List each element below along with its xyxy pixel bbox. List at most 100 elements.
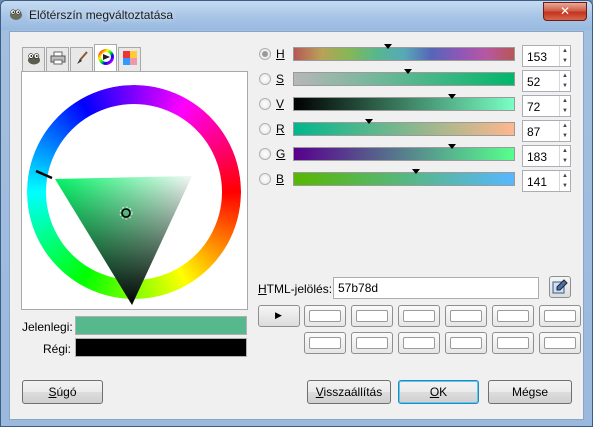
label-r: R (276, 122, 285, 136)
history-swatch[interactable] (445, 332, 487, 354)
history-swatch-color (497, 337, 529, 349)
current-color-swatch (75, 316, 247, 335)
spin-value-h: 153 (527, 50, 548, 64)
slider-s[interactable] (293, 69, 515, 86)
history-swatch[interactable] (398, 332, 440, 354)
arrow-up-icon[interactable]: ▲ (560, 71, 570, 81)
add-to-history-button[interactable]: ▶ (258, 305, 300, 327)
slider-r[interactable] (293, 119, 515, 136)
html-notation-input[interactable]: 57b78d (333, 277, 539, 299)
history-swatch-color (309, 310, 341, 322)
history-swatch[interactable] (351, 332, 393, 354)
radio-r[interactable] (259, 123, 271, 135)
close-icon: ✕ (559, 4, 571, 18)
history-swatch[interactable] (304, 332, 346, 354)
slider-handle-s[interactable] (404, 69, 413, 74)
spin-arrows[interactable]: ▲ ▼ (559, 171, 570, 191)
spin-value-v: 72 (527, 100, 541, 114)
radio-h[interactable] (259, 48, 271, 60)
history-swatch[interactable] (492, 332, 534, 354)
history-swatch[interactable] (445, 305, 487, 327)
spin-v[interactable]: 72 ▲ ▼ (522, 95, 571, 117)
slider-g[interactable] (293, 144, 515, 161)
arrow-up-icon[interactable]: ▲ (560, 171, 570, 181)
history-swatch-color (450, 337, 482, 349)
history-swatch[interactable] (492, 305, 534, 327)
spin-arrows[interactable]: ▲ ▼ (559, 121, 570, 141)
slider-h[interactable] (293, 44, 515, 61)
title-bar[interactable]: Előtérszín megváltoztatása ✕ (1, 1, 592, 30)
history-swatch[interactable] (398, 305, 440, 327)
tab-watercolor[interactable] (70, 47, 93, 71)
arrow-up-icon[interactable]: ▲ (560, 96, 570, 106)
radio-g[interactable] (259, 148, 271, 160)
tab-wheel[interactable] (94, 44, 117, 72)
tab-cmyk[interactable] (46, 47, 69, 71)
slider-handle-g[interactable] (447, 144, 456, 149)
spin-value-g: 183 (527, 150, 548, 164)
help-button[interactable]: Súgó (22, 380, 103, 404)
history-swatch-color (497, 310, 529, 322)
spin-h[interactable]: 153 ▲ ▼ (522, 45, 571, 67)
spin-s[interactable]: 52 ▲ ▼ (522, 70, 571, 92)
arrow-down-icon[interactable]: ▼ (560, 106, 570, 116)
history-swatch-color (544, 310, 576, 322)
spin-value-b: 141 (527, 175, 548, 189)
dialog-window: Előtérszín megváltoztatása ✕ Jelenlegi: … (0, 0, 593, 427)
radio-s[interactable] (259, 73, 271, 85)
tab-gimp[interactable] (22, 47, 45, 71)
spin-value-r: 87 (527, 125, 541, 139)
arrow-up-icon[interactable]: ▲ (560, 46, 570, 56)
spin-b[interactable]: 141 ▲ ▼ (522, 170, 571, 192)
slider-v[interactable] (293, 94, 515, 111)
arrow-up-icon[interactable]: ▲ (560, 121, 570, 131)
radio-b[interactable] (259, 173, 271, 185)
arrow-down-icon[interactable]: ▼ (560, 156, 570, 166)
gimp-wilber-icon (26, 51, 42, 68)
arrow-down-icon[interactable]: ▼ (560, 181, 570, 191)
label-g: G (276, 147, 286, 161)
dialog-content: Jelenlegi: Régi: H 153 ▲ ▼ S 52 ▲ ▼ V 72 ▲ ▼ R 87 ▲ ▼ G 1… (9, 31, 584, 420)
arrow-down-icon[interactable]: ▼ (560, 56, 570, 66)
color-picker-button[interactable] (549, 276, 571, 298)
radio-v[interactable] (259, 98, 271, 110)
color-wheel-icon (97, 49, 114, 68)
history-swatch-color (450, 310, 482, 322)
arrow-down-icon[interactable]: ▼ (560, 131, 570, 141)
history-swatch[interactable] (539, 305, 581, 327)
color-wheel-selector[interactable] (21, 71, 248, 310)
hsv-wheel[interactable] (22, 72, 247, 309)
history-swatch[interactable] (304, 305, 346, 327)
spin-r[interactable]: 87 ▲ ▼ (522, 120, 571, 142)
slider-handle-h[interactable] (383, 44, 392, 49)
spin-arrows[interactable]: ▲ ▼ (559, 46, 570, 66)
slider-handle-v[interactable] (448, 94, 457, 99)
tab-palette[interactable] (118, 47, 141, 71)
html-notation-label: HTML-jelölés: (258, 282, 333, 296)
spin-arrows[interactable]: ▲ ▼ (559, 96, 570, 116)
history-swatch-color (544, 337, 576, 349)
slider-b[interactable] (293, 169, 515, 186)
old-color-swatch (75, 338, 247, 357)
label-h: H (276, 47, 285, 61)
reset-button[interactable]: Visszaállítás (307, 380, 391, 404)
printer-icon (50, 51, 66, 68)
spin-g[interactable]: 183 ▲ ▼ (522, 145, 571, 167)
slider-handle-r[interactable] (365, 119, 374, 124)
label-b: B (276, 172, 285, 186)
cancel-button[interactable]: Mégse (488, 380, 572, 404)
label-s: S (276, 72, 285, 86)
arrow-up-icon[interactable]: ▲ (560, 146, 570, 156)
slider-handle-b[interactable] (411, 169, 420, 174)
spin-arrows[interactable]: ▲ ▼ (559, 71, 570, 91)
history-swatch[interactable] (351, 305, 393, 327)
gimp-app-icon (8, 7, 24, 21)
spin-arrows[interactable]: ▲ ▼ (559, 146, 570, 166)
history-swatch[interactable] (539, 332, 581, 354)
arrow-down-icon[interactable]: ▼ (560, 81, 570, 91)
play-icon: ▶ (275, 310, 282, 320)
label-v: V (276, 97, 285, 111)
spin-value-s: 52 (527, 75, 541, 89)
ok-button[interactable]: OK (398, 380, 479, 404)
close-button[interactable]: ✕ (543, 2, 587, 21)
